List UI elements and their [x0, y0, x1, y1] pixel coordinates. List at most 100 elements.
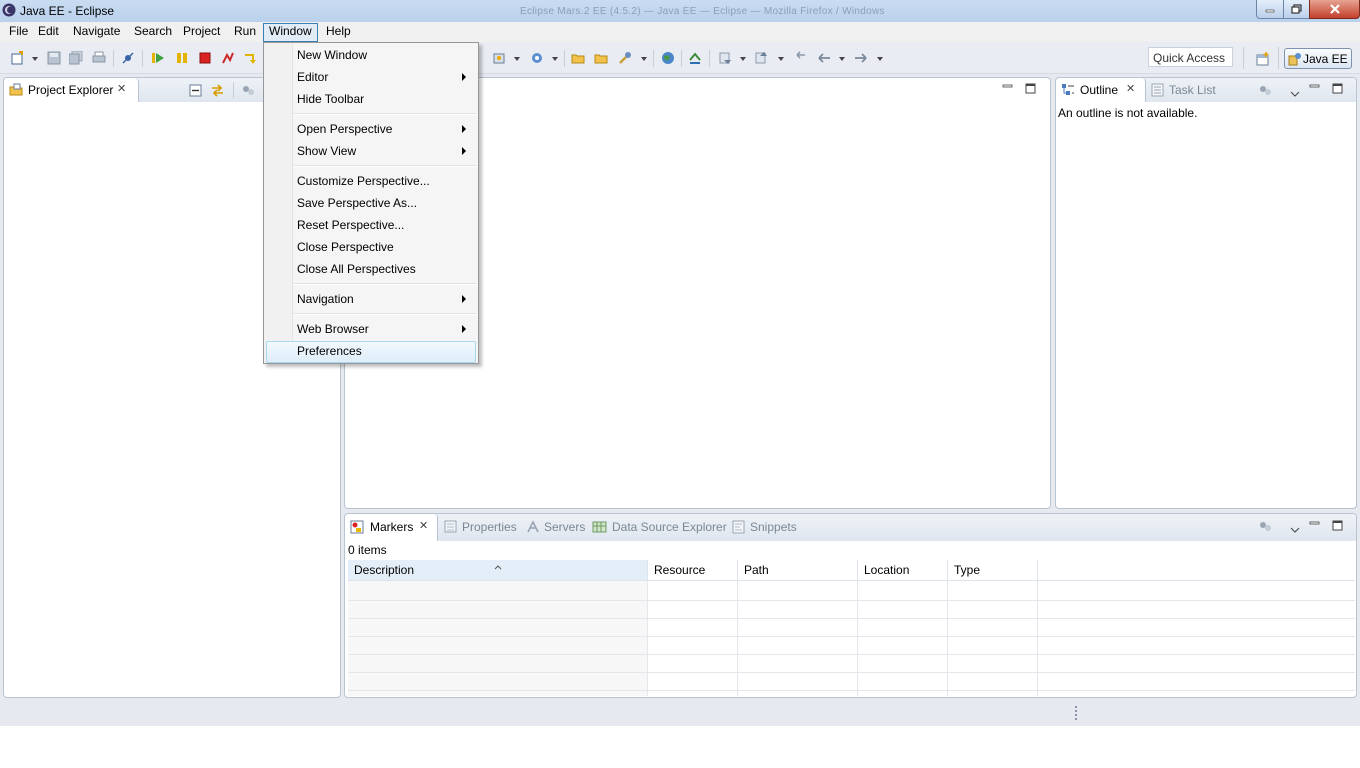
menu-help[interactable]: Help: [321, 23, 356, 40]
collapse-all-icon[interactable]: [189, 84, 202, 100]
quick-access-input[interactable]: Quick Access: [1148, 47, 1233, 67]
menu-file[interactable]: File: [4, 23, 33, 40]
restore-icon: [1290, 4, 1302, 14]
menu-project[interactable]: Project: [178, 23, 225, 40]
toolbar-separator: [653, 50, 654, 67]
minimize-markers-icon[interactable]: [1309, 517, 1320, 531]
tab-servers[interactable]: Servers: [544, 520, 585, 534]
last-edit-icon[interactable]: [793, 51, 807, 65]
search-tool-icon[interactable]: [618, 51, 632, 65]
print-icon[interactable]: [92, 51, 106, 65]
menu-item-show-view[interactable]: Show View: [297, 140, 356, 162]
view-menu-icon[interactable]: [242, 84, 256, 100]
menu-item-open-perspective[interactable]: Open Perspective: [297, 118, 392, 140]
new-dropdown-icon[interactable]: [32, 57, 38, 61]
new-icon[interactable]: [10, 51, 24, 65]
menu-item-customize-perspective[interactable]: Customize Perspective...: [297, 170, 430, 192]
table-column-divider: [947, 581, 948, 696]
globe-icon[interactable]: [661, 51, 675, 65]
menu-separator: [294, 283, 476, 285]
next-annotation-icon[interactable]: [718, 51, 732, 65]
minimize-outline-icon[interactable]: [1309, 80, 1320, 94]
table-row: [348, 654, 1355, 655]
toolbar-separator: [564, 50, 565, 67]
open-perspective-icon[interactable]: [1256, 52, 1270, 66]
search-dropdown-icon[interactable]: [641, 57, 647, 61]
menu-search[interactable]: Search: [129, 23, 177, 40]
sync-icon[interactable]: [688, 51, 702, 65]
sort-ascending-icon: [494, 559, 502, 573]
disconnect-icon[interactable]: [221, 51, 235, 65]
back-icon[interactable]: [817, 51, 831, 65]
server-dropdown-icon[interactable]: [514, 57, 520, 61]
prev-annotation-dropdown-icon[interactable]: [778, 57, 784, 61]
next-annotation-dropdown-icon[interactable]: [740, 57, 746, 61]
menu-item-close-all-perspectives[interactable]: Close All Perspectives: [297, 258, 416, 280]
terminate-icon[interactable]: [198, 51, 212, 65]
markers-dropdown-icon[interactable]: [1290, 522, 1300, 536]
open-folder-icon[interactable]: [594, 51, 608, 65]
skip-breakpoints-icon[interactable]: [121, 51, 135, 65]
close-markers-icon[interactable]: ✕: [419, 519, 428, 532]
step-into-icon[interactable]: [243, 51, 257, 65]
menu-item-navigation[interactable]: Navigation: [297, 288, 354, 310]
column-header-path[interactable]: Path: [738, 560, 858, 581]
forward-icon[interactable]: [854, 51, 868, 65]
menu-window[interactable]: Window: [263, 23, 318, 42]
close-view-icon[interactable]: ✕: [117, 82, 126, 95]
new-java-icon[interactable]: [530, 51, 544, 65]
resume-icon[interactable]: [151, 51, 165, 65]
tab-task-list[interactable]: Task List: [1169, 83, 1216, 97]
menu-item-reset-perspective[interactable]: Reset Perspective...: [297, 214, 404, 236]
markers-view-menu-icon[interactable]: [1259, 520, 1273, 536]
outline-title: Outline: [1080, 83, 1119, 97]
column-header-resource[interactable]: Resource: [648, 560, 738, 581]
minimize-editor-icon[interactable]: [1002, 80, 1013, 94]
submenu-arrow-icon: [462, 73, 466, 81]
menu-separator: [294, 313, 476, 315]
close-window-button[interactable]: [1309, 0, 1360, 19]
back-dropdown-icon[interactable]: [839, 57, 845, 61]
minimize-button[interactable]: [1256, 0, 1284, 19]
close-outline-icon[interactable]: ✕: [1126, 82, 1135, 95]
menu-item-preferences[interactable]: Preferences: [297, 340, 362, 362]
outline-dropdown-icon[interactable]: [1290, 86, 1300, 100]
status-bar-grip[interactable]: [1075, 706, 1077, 722]
open-type-icon[interactable]: [571, 51, 585, 65]
link-with-editor-icon[interactable]: [210, 83, 225, 101]
menu-navigate[interactable]: Navigate: [68, 23, 125, 40]
column-header-type[interactable]: Type: [948, 560, 1038, 581]
outline-icon: [1061, 83, 1075, 100]
menu-item-new-window[interactable]: New Window: [297, 44, 367, 66]
save-icon[interactable]: [47, 51, 61, 65]
maximize-markers-icon[interactable]: [1332, 520, 1343, 534]
menu-item-save-perspective-as[interactable]: Save Perspective As...: [297, 192, 417, 214]
submenu-arrow-icon: [462, 295, 466, 303]
window-title-ghost: Eclipse Mars.2 EE (4.5.2) — Java EE — Ec…: [520, 6, 885, 17]
suspend-icon[interactable]: [175, 51, 189, 65]
tab-properties[interactable]: Properties: [462, 520, 517, 534]
maximize-outline-icon[interactable]: [1332, 83, 1343, 97]
outline-view-menu-icon[interactable]: [1259, 84, 1273, 100]
table-row: [348, 600, 1355, 601]
tab-snippets[interactable]: Snippets: [750, 520, 797, 534]
forward-dropdown-icon[interactable]: [877, 57, 883, 61]
menu-run[interactable]: Run: [229, 23, 261, 40]
column-header-location[interactable]: Location: [858, 560, 948, 581]
menu-item-hide-toolbar[interactable]: Hide Toolbar: [297, 88, 364, 110]
menu-edit[interactable]: Edit: [33, 23, 64, 40]
table-row: [348, 636, 1355, 637]
new-server-icon[interactable]: [492, 51, 506, 65]
save-all-icon[interactable]: [69, 51, 83, 65]
status-bar: [0, 700, 1360, 726]
window-menu-dropdown: New Window Editor Hide Toolbar Open Pers…: [263, 42, 479, 364]
tab-data-source-explorer[interactable]: Data Source Explorer: [612, 520, 727, 534]
java-dropdown-icon[interactable]: [552, 57, 558, 61]
menu-item-close-perspective[interactable]: Close Perspective: [297, 236, 394, 258]
prev-annotation-icon[interactable]: [754, 51, 768, 65]
maximize-editor-icon[interactable]: [1025, 83, 1036, 97]
restore-button[interactable]: [1283, 0, 1310, 19]
menu-item-editor[interactable]: Editor: [297, 66, 328, 88]
menu-item-web-browser[interactable]: Web Browser: [297, 318, 369, 340]
outline-message: An outline is not available.: [1058, 106, 1198, 120]
